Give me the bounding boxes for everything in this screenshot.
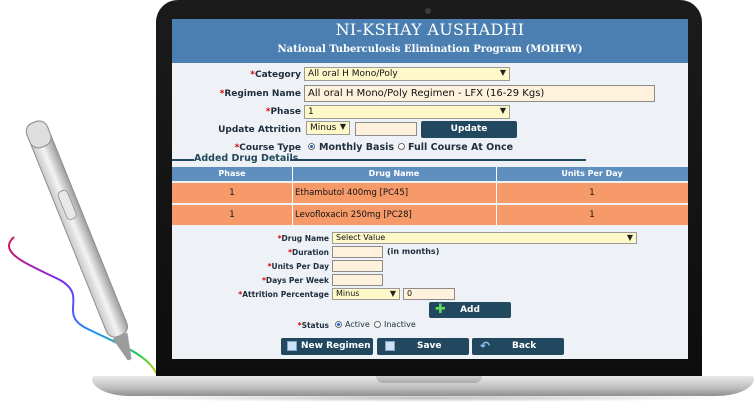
- save-label: Save: [417, 341, 442, 351]
- section-rule-left: [172, 159, 194, 161]
- column-divider: [292, 167, 293, 181]
- column-divider: [496, 167, 497, 181]
- category-select[interactable]: All oral H Mono/Poly ▼: [304, 67, 510, 81]
- course-type-full-radio[interactable]: [398, 143, 405, 150]
- back-label: Back: [512, 341, 537, 351]
- back-button[interactable]: ↶ Back: [472, 338, 564, 355]
- new-regimen-label: New Regimen: [301, 341, 371, 351]
- chevron-down-icon: ▼: [389, 289, 396, 298]
- status-label: *Status: [297, 321, 329, 330]
- save-disk-icon: [385, 341, 395, 351]
- column-divider: [292, 183, 293, 203]
- cell-units: 1: [589, 188, 595, 198]
- add-button-label: Add: [460, 305, 480, 315]
- units-per-day-input[interactable]: [332, 260, 383, 272]
- plus-icon: ✚: [435, 302, 446, 317]
- update-attrition-select[interactable]: Minus ▼: [306, 121, 350, 135]
- cell-phase: 1: [229, 188, 235, 198]
- save-disk-icon: [287, 341, 297, 351]
- column-header-drug-name: Drug Name: [368, 169, 420, 178]
- app-screen: NI-KSHAY AUSHADHI National Tuberculosis …: [172, 19, 688, 359]
- cell-drug-name: Ethambutol 400mg [PC45]: [295, 188, 409, 198]
- table-row[interactable]: 1 Levofloxacin 250mg [PC28] 1: [172, 205, 688, 225]
- regimen-name-input[interactable]: All oral H Mono/Poly Regimen - LFX (16-2…: [304, 85, 655, 102]
- days-per-week-label: *Days Per Week: [261, 276, 329, 285]
- cell-phase: 1: [229, 210, 235, 220]
- app-title: NI-KSHAY AUSHADHI: [335, 20, 525, 39]
- course-type-label: *Course Type: [234, 143, 301, 153]
- column-divider: [292, 205, 293, 225]
- add-button[interactable]: ✚ Add: [429, 302, 511, 318]
- chevron-down-icon: ▼: [626, 233, 633, 242]
- new-regimen-button[interactable]: New Regimen: [281, 338, 373, 355]
- course-type-monthly-label: Monthly Basis: [319, 142, 395, 153]
- duration-input[interactable]: [332, 246, 383, 258]
- drug-table-header: Phase Drug Name Units Per Day: [172, 167, 688, 181]
- chevron-down-icon: ▼: [499, 68, 506, 77]
- cell-units: 1: [589, 210, 595, 220]
- course-type-full-label: Full Course At Once: [408, 142, 514, 153]
- cell-drug-name: Levofloxacin 250mg [PC28]: [295, 210, 412, 220]
- chevron-down-icon: ▼: [339, 122, 346, 131]
- webcam-icon: [425, 8, 431, 14]
- units-per-day-label: *Units Per Day: [267, 262, 329, 271]
- duration-suffix: (in months): [387, 247, 440, 256]
- column-header-units: Units Per Day: [561, 169, 623, 178]
- table-row[interactable]: 1 Ethambutol 400mg [PC45] 1: [172, 183, 688, 203]
- update-button[interactable]: Update: [421, 121, 517, 138]
- column-divider: [496, 205, 497, 225]
- course-type-monthly-radio[interactable]: [308, 143, 315, 150]
- phase-select[interactable]: 1 ▼: [304, 105, 510, 119]
- duration-label: *Duration: [288, 248, 329, 257]
- days-per-week-input[interactable]: [332, 274, 383, 286]
- app-header: NI-KSHAY AUSHADHI National Tuberculosis …: [172, 19, 688, 63]
- category-label: *Category: [250, 70, 301, 80]
- update-attrition-label: Update Attrition: [218, 125, 301, 135]
- attrition-input[interactable]: 0: [403, 288, 455, 300]
- column-header-phase: Phase: [218, 169, 246, 178]
- status-active-radio[interactable]: [335, 321, 342, 328]
- drug-name-label: *Drug Name: [277, 234, 329, 243]
- update-attrition-input[interactable]: [355, 122, 417, 136]
- section-rule-right: [290, 159, 586, 161]
- laptop-base-notch: [376, 376, 482, 383]
- status-active-label: Active: [345, 320, 370, 329]
- attrition-percentage-label: *Attrition Percentage: [238, 290, 329, 299]
- regimen-name-label: *Regimen Name: [219, 89, 301, 99]
- chevron-down-icon: ▼: [499, 106, 506, 115]
- status-inactive-radio[interactable]: [374, 321, 381, 328]
- app-subtitle: National Tuberculosis Elimination Progra…: [277, 44, 583, 55]
- attrition-select[interactable]: Minus ▼: [332, 288, 400, 300]
- drug-name-select[interactable]: Select Value ▼: [332, 232, 637, 244]
- phase-label: *Phase: [265, 107, 301, 117]
- column-divider: [496, 183, 497, 203]
- status-inactive-label: Inactive: [384, 320, 416, 329]
- save-button[interactable]: Save: [377, 338, 469, 355]
- back-arrow-icon: ↶: [480, 339, 491, 353]
- added-drugs-title: Added Drug Details: [194, 153, 299, 164]
